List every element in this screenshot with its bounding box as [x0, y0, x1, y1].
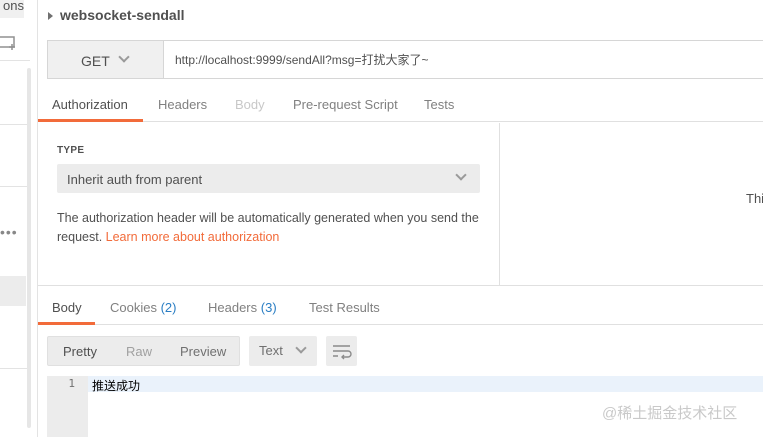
new-folder-icon[interactable] — [0, 32, 20, 52]
chevron-down-icon — [295, 342, 307, 354]
tab-cookies[interactable]: Cookies (2) — [110, 300, 176, 315]
auth-type-value: Inherit auth from parent — [67, 172, 203, 187]
tab-response-headers[interactable]: Headers (3) — [208, 300, 277, 315]
response-body-text: 推送成功 — [92, 379, 141, 393]
cookies-count: (2) — [160, 300, 177, 315]
sidebar-selected-item[interactable] — [0, 276, 26, 306]
auth-type-select[interactable]: Inherit auth from parent — [57, 164, 480, 193]
chevron-down-icon — [455, 169, 467, 181]
headers-count: (3) — [260, 300, 277, 315]
wrap-lines-button[interactable] — [326, 336, 357, 366]
panel-divider — [38, 285, 763, 286]
tab-authorization[interactable]: Authorization — [52, 97, 128, 112]
sidebar-divider — [0, 60, 30, 61]
url-input[interactable] — [164, 41, 762, 78]
request-tabs: Authorization Headers Body Pre-request S… — [38, 88, 763, 122]
tab-cookies-label: Cookies — [110, 300, 157, 315]
postman-window: ons ••• websocket-sendall GET Authorizat… — [0, 0, 763, 437]
method-label: GET — [81, 53, 110, 69]
sidebar-divider — [0, 124, 30, 125]
more-options-icon[interactable]: ••• — [0, 224, 18, 240]
tab-headers-label: Headers — [208, 300, 258, 315]
request-name[interactable]: websocket-sendall — [60, 7, 185, 23]
sidebar-tab-label: ons — [3, 0, 24, 13]
tab-body[interactable]: Body — [235, 97, 265, 112]
tab-tests[interactable]: Tests — [424, 97, 454, 112]
sidebar-scrollbar[interactable] — [27, 68, 31, 428]
sidebar-tab-fragment[interactable]: ons — [0, 0, 24, 18]
wrap-lines-icon — [333, 345, 352, 360]
method-select[interactable]: GET — [48, 41, 164, 78]
view-mode-group: Pretty Raw Preview — [47, 336, 240, 366]
tab-headers[interactable]: Headers — [158, 97, 207, 112]
auth-right-panel-text: Thi — [746, 191, 763, 206]
active-tab-indicator — [38, 119, 143, 122]
preview-button[interactable]: Preview — [180, 344, 226, 359]
sidebar: ons ••• — [0, 0, 38, 437]
sidebar-divider — [0, 368, 30, 369]
tab-test-results[interactable]: Test Results — [309, 300, 380, 315]
chevron-down-icon — [118, 51, 130, 63]
caret-right-icon[interactable] — [48, 12, 53, 20]
pretty-button[interactable]: Pretty — [63, 344, 97, 359]
raw-button[interactable]: Raw — [126, 344, 152, 359]
request-title-row: websocket-sendall — [38, 0, 763, 32]
auth-description: The authorization header will be automat… — [57, 209, 487, 247]
tab-response-body[interactable]: Body — [52, 300, 82, 315]
format-select[interactable]: Text — [249, 336, 317, 366]
line-number: 1 — [68, 377, 75, 390]
sidebar-divider — [0, 186, 30, 187]
tab-pre-request-script[interactable]: Pre-request Script — [293, 97, 398, 112]
active-line-highlight — [88, 376, 763, 392]
auth-panel: TYPE Inherit auth from parent The author… — [38, 123, 500, 285]
auth-type-label: TYPE — [57, 145, 85, 156]
format-label: Text — [259, 343, 283, 358]
learn-more-link[interactable]: Learn more about authorization — [106, 230, 280, 244]
line-gutter: 1 — [47, 376, 88, 437]
url-bar: GET — [47, 40, 763, 79]
watermark: @稀土掘金技术社区 — [602, 405, 738, 422]
active-tab-indicator — [38, 322, 95, 325]
response-tabs: Body Cookies (2) Headers (3) Test Result… — [38, 291, 763, 325]
